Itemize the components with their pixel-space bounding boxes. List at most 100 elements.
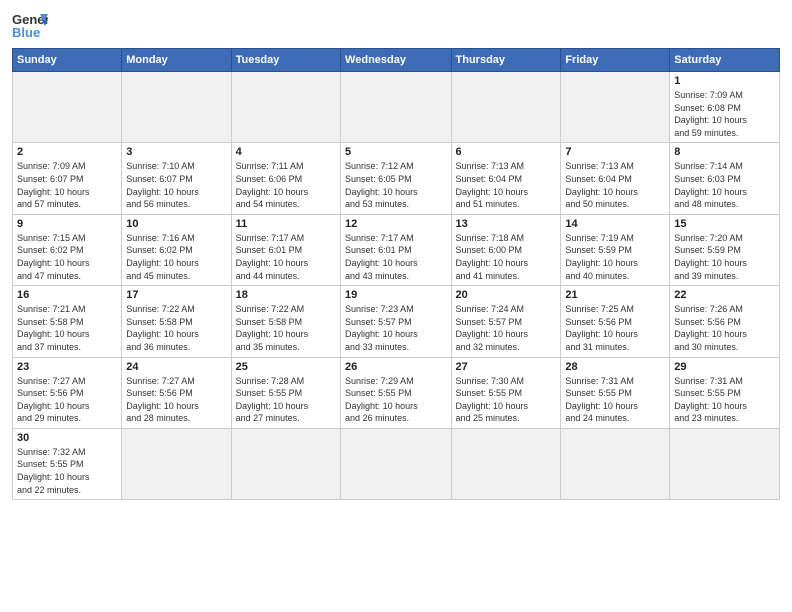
day-cell: 27 Sunrise: 7:30 AM Sunset: 5:55 PM Dayli… [451,357,561,428]
day-info: Sunrise: 7:24 AM Sunset: 5:57 PM Dayligh… [456,303,557,353]
day-info: Sunrise: 7:26 AM Sunset: 5:56 PM Dayligh… [674,303,775,353]
day-cell: 3Sunrise: 7:10 AM Sunset: 6:07 PM Daylig… [122,143,231,214]
day-number: 27 [456,361,557,373]
day-info: Sunrise: 7:21 AM Sunset: 5:58 PM Dayligh… [17,303,117,353]
day-info: Sunrise: 7:11 AM Sunset: 6:06 PM Dayligh… [236,160,336,210]
day-number: 9 [17,218,117,230]
day-number: 14 [565,218,665,230]
day-number: 25 [236,361,336,373]
day-cell: 10 Sunrise: 7:16 AM Sunset: 6:02 PM Dayli… [122,214,231,285]
day-cell [561,72,670,143]
day-number: 20 [456,289,557,301]
day-cell [13,72,122,143]
day-info: Sunrise: 7:09 AM Sunset: 6:08 PM Dayligh… [674,89,775,139]
week-row-6: 30 Sunrise: 7:32 AM Sunset: 5:55 PM Dayli… [13,428,780,499]
week-row-3: 9 Sunrise: 7:15 AM Sunset: 6:02 PM Daylig… [13,214,780,285]
logo-icon: General Blue [12,10,48,40]
day-cell [561,428,670,499]
day-info: Sunrise: 7:32 AM Sunset: 5:55 PM Dayligh… [17,446,117,496]
day-number: 12 [345,218,446,230]
day-number: 6 [456,146,557,158]
week-row-5: 23 Sunrise: 7:27 AM Sunset: 5:56 PM Dayli… [13,357,780,428]
day-info: Sunrise: 7:12 AM Sunset: 6:05 PM Dayligh… [345,160,446,210]
day-cell: 25 Sunrise: 7:28 AM Sunset: 5:55 PM Dayli… [231,357,340,428]
day-cell: 9 Sunrise: 7:15 AM Sunset: 6:02 PM Daylig… [13,214,122,285]
weekday-header-saturday: Saturday [670,49,780,72]
day-info: Sunrise: 7:27 AM Sunset: 5:56 PM Dayligh… [17,375,117,425]
day-number: 16 [17,289,117,301]
day-cell: 14 Sunrise: 7:19 AM Sunset: 5:59 PM Dayli… [561,214,670,285]
day-number: 4 [236,146,336,158]
day-cell: 30 Sunrise: 7:32 AM Sunset: 5:55 PM Dayli… [13,428,122,499]
day-cell: 22Sunrise: 7:26 AM Sunset: 5:56 PM Dayli… [670,286,780,357]
day-number: 15 [674,218,775,230]
day-cell: 11Sunrise: 7:17 AM Sunset: 6:01 PM Dayli… [231,214,340,285]
weekday-header-thursday: Thursday [451,49,561,72]
day-info: Sunrise: 7:27 AM Sunset: 5:56 PM Dayligh… [126,375,226,425]
day-number: 21 [565,289,665,301]
day-number: 1 [674,75,775,87]
day-info: Sunrise: 7:14 AM Sunset: 6:03 PM Dayligh… [674,160,775,210]
day-info: Sunrise: 7:20 AM Sunset: 5:59 PM Dayligh… [674,232,775,282]
day-number: 2 [17,146,117,158]
day-cell: 4 Sunrise: 7:11 AM Sunset: 6:06 PM Daylig… [231,143,340,214]
day-number: 17 [126,289,226,301]
page-header: General Blue [12,10,780,40]
day-cell: 7Sunrise: 7:13 AM Sunset: 6:04 PM Daylig… [561,143,670,214]
day-number: 5 [345,146,446,158]
day-info: Sunrise: 7:22 AM Sunset: 5:58 PM Dayligh… [126,303,226,353]
day-number: 28 [565,361,665,373]
weekday-header-tuesday: Tuesday [231,49,340,72]
weekday-header-row: SundayMondayTuesdayWednesdayThursdayFrid… [13,49,780,72]
day-cell: 5 Sunrise: 7:12 AM Sunset: 6:05 PM Daylig… [341,143,451,214]
day-info: Sunrise: 7:19 AM Sunset: 5:59 PM Dayligh… [565,232,665,282]
day-info: Sunrise: 7:29 AM Sunset: 5:55 PM Dayligh… [345,375,446,425]
day-cell: 28Sunrise: 7:31 AM Sunset: 5:55 PM Dayli… [561,357,670,428]
day-cell: 21 Sunrise: 7:25 AM Sunset: 5:56 PM Dayli… [561,286,670,357]
day-number: 30 [17,432,117,444]
weekday-header-friday: Friday [561,49,670,72]
day-cell: 13Sunrise: 7:18 AM Sunset: 6:00 PM Dayli… [451,214,561,285]
day-cell: 15 Sunrise: 7:20 AM Sunset: 5:59 PM Dayli… [670,214,780,285]
day-number: 10 [126,218,226,230]
weekday-header-sunday: Sunday [13,49,122,72]
day-info: Sunrise: 7:23 AM Sunset: 5:57 PM Dayligh… [345,303,446,353]
day-number: 23 [17,361,117,373]
day-number: 18 [236,289,336,301]
day-cell: 16 Sunrise: 7:21 AM Sunset: 5:58 PM Dayli… [13,286,122,357]
day-info: Sunrise: 7:13 AM Sunset: 6:04 PM Dayligh… [456,160,557,210]
day-cell: 23 Sunrise: 7:27 AM Sunset: 5:56 PM Dayli… [13,357,122,428]
day-cell: 29 Sunrise: 7:31 AM Sunset: 5:55 PM Dayli… [670,357,780,428]
day-number: 26 [345,361,446,373]
day-info: Sunrise: 7:30 AM Sunset: 5:55 PM Dayligh… [456,375,557,425]
day-info: Sunrise: 7:15 AM Sunset: 6:02 PM Dayligh… [17,232,117,282]
day-info: Sunrise: 7:09 AM Sunset: 6:07 PM Dayligh… [17,160,117,210]
day-cell [231,428,340,499]
day-info: Sunrise: 7:31 AM Sunset: 5:55 PM Dayligh… [674,375,775,425]
day-cell: 12 Sunrise: 7:17 AM Sunset: 6:01 PM Dayli… [341,214,451,285]
svg-text:Blue: Blue [12,25,40,40]
day-cell: 19Sunrise: 7:23 AM Sunset: 5:57 PM Dayli… [341,286,451,357]
day-number: 13 [456,218,557,230]
day-cell [451,428,561,499]
weekday-header-wednesday: Wednesday [341,49,451,72]
day-number: 24 [126,361,226,373]
week-row-4: 16 Sunrise: 7:21 AM Sunset: 5:58 PM Dayli… [13,286,780,357]
day-cell [341,428,451,499]
day-cell [451,72,561,143]
day-info: Sunrise: 7:17 AM Sunset: 6:01 PM Dayligh… [345,232,446,282]
day-cell [670,428,780,499]
day-info: Sunrise: 7:25 AM Sunset: 5:56 PM Dayligh… [565,303,665,353]
day-info: Sunrise: 7:28 AM Sunset: 5:55 PM Dayligh… [236,375,336,425]
day-cell: 2 Sunrise: 7:09 AM Sunset: 6:07 PM Daylig… [13,143,122,214]
day-info: Sunrise: 7:16 AM Sunset: 6:02 PM Dayligh… [126,232,226,282]
logo: General Blue [12,10,48,40]
day-cell [122,72,231,143]
day-number: 11 [236,218,336,230]
day-cell: 8Sunrise: 7:14 AM Sunset: 6:03 PM Daylig… [670,143,780,214]
day-number: 29 [674,361,775,373]
day-cell: 17 Sunrise: 7:22 AM Sunset: 5:58 PM Dayli… [122,286,231,357]
day-cell: 6 Sunrise: 7:13 AM Sunset: 6:04 PM Daylig… [451,143,561,214]
day-info: Sunrise: 7:10 AM Sunset: 6:07 PM Dayligh… [126,160,226,210]
day-number: 7 [565,146,665,158]
